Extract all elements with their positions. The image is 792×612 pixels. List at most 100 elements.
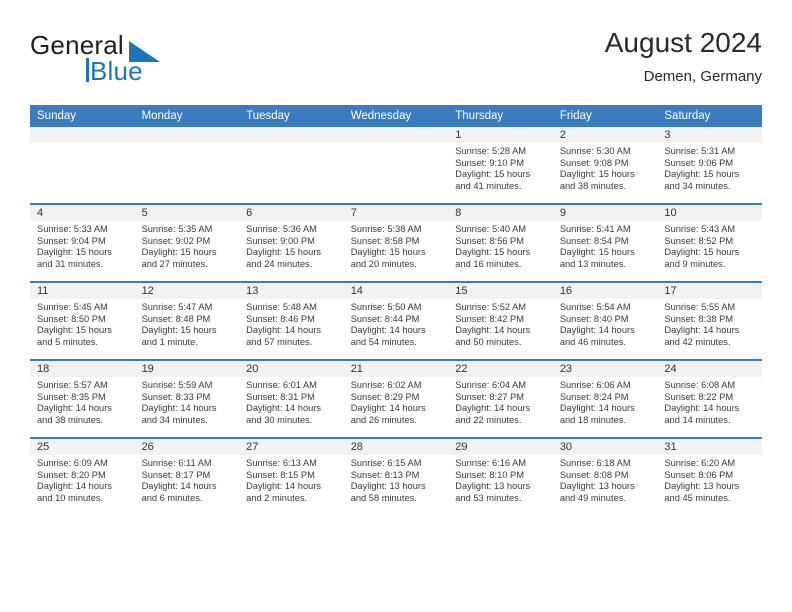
day-detail-lines: Sunrise: 6:20 AM Sunset: 8:06 PM Daylight:… xyxy=(657,455,762,504)
daylight-text: Daylight: 15 hours xyxy=(559,247,635,258)
sunset-text: Sunset: 8:54 PM xyxy=(559,235,629,246)
sunset-text: Sunset: 8:48 PM xyxy=(141,313,211,324)
calendar-day-cell[interactable]: 6 Sunrise: 5:36 AM Sunset: 9:00 PM Daylight… xyxy=(239,203,344,282)
calendar-day-cell[interactable]: 17 Sunrise: 5:55 AM Sunset: 8:38 PM Dayligh… xyxy=(657,281,762,360)
weekday-header-sunday: Sunday xyxy=(30,105,135,127)
calendar-day-cell[interactable]: 2 Sunrise: 5:30 AM Sunset: 9:08 PM Daylight… xyxy=(552,127,658,204)
sunrise-text: Sunrise: 6:20 AM xyxy=(664,458,736,468)
day-cell-inner: 19 Sunrise: 5:59 AM Sunset: 8:33 PM Dayligh… xyxy=(134,361,240,437)
day-number: 21 xyxy=(343,361,449,377)
calendar-day-cell[interactable]: 11 Sunrise: 5:45 AM Sunset: 8:50 PM Dayligh… xyxy=(30,281,135,360)
calendar-day-cell[interactable]: 7 Sunrise: 5:38 AM Sunset: 8:58 PM Daylight… xyxy=(343,203,449,282)
brand-word-blue: Blue xyxy=(90,56,143,86)
sunrise-text: Sunrise: 5:43 AM xyxy=(664,224,736,234)
day-number: 28 xyxy=(343,439,449,455)
day-number: 2 xyxy=(552,127,658,143)
daylight-text: and 2 minutes. xyxy=(246,492,308,503)
day-number: 10 xyxy=(657,205,762,221)
calendar-day-cell[interactable]: 14 Sunrise: 5:50 AM Sunset: 8:44 PM Dayligh… xyxy=(343,281,449,360)
general-blue-logo[interactable]: General Blue xyxy=(30,30,250,92)
daylight-text: Daylight: 15 hours xyxy=(37,247,112,258)
sunset-text: Sunset: 8:31 PM xyxy=(246,391,315,402)
sunset-text: Sunset: 8:40 PM xyxy=(559,313,629,324)
sunset-text: Sunset: 8:17 PM xyxy=(141,469,211,480)
day-number xyxy=(134,127,240,143)
sunrise-text: Sunrise: 6:04 AM xyxy=(455,380,527,390)
sunset-text: Sunset: 9:00 PM xyxy=(246,235,315,246)
daylight-text: and 38 minutes. xyxy=(559,180,626,191)
calendar-day-cell[interactable]: 12 Sunrise: 5:47 AM Sunset: 8:48 PM Dayligh… xyxy=(134,281,240,360)
day-number: 19 xyxy=(134,361,240,377)
sunset-text: Sunset: 8:15 PM xyxy=(246,469,315,480)
calendar-day-cell[interactable]: 19 Sunrise: 5:59 AM Sunset: 8:33 PM Dayligh… xyxy=(134,359,240,438)
day-detail-lines: Sunrise: 5:55 AM Sunset: 8:38 PM Daylight:… xyxy=(657,299,762,348)
sunrise-text: Sunrise: 6:08 AM xyxy=(664,380,736,390)
calendar-day-cell[interactable]: 21 Sunrise: 6:02 AM Sunset: 8:29 PM Dayligh… xyxy=(343,359,449,438)
daylight-text: and 57 minutes. xyxy=(246,336,313,347)
daylight-text: Daylight: 14 hours xyxy=(37,403,112,414)
weekday-header-wednesday: Wednesday xyxy=(343,105,449,127)
calendar-day-cell[interactable]: 1 Sunrise: 5:28 AM Sunset: 9:10 PM Daylight… xyxy=(448,127,553,204)
day-cell-inner: 5 Sunrise: 5:35 AM Sunset: 9:02 PM Daylight… xyxy=(134,205,240,281)
calendar-day-cell[interactable]: 16 Sunrise: 5:54 AM Sunset: 8:40 PM Dayligh… xyxy=(552,281,658,360)
calendar-day-cell[interactable]: 18 Sunrise: 5:57 AM Sunset: 8:35 PM Dayligh… xyxy=(30,359,135,438)
day-detail-lines: Sunrise: 5:48 AM Sunset: 8:46 PM Daylight:… xyxy=(239,299,344,348)
calendar-day-cell[interactable]: 8 Sunrise: 5:40 AM Sunset: 8:56 PM Daylight… xyxy=(448,203,553,282)
sunset-text: Sunset: 8:27 PM xyxy=(455,391,524,402)
calendar-day-cell[interactable]: 24 Sunrise: 6:08 AM Sunset: 8:22 PM Dayligh… xyxy=(657,359,762,438)
calendar-day-cell[interactable]: 9 Sunrise: 5:41 AM Sunset: 8:54 PM Daylight… xyxy=(552,203,658,282)
sunrise-text: Sunrise: 5:28 AM xyxy=(455,146,527,156)
day-number: 15 xyxy=(448,283,553,299)
daylight-text: Daylight: 15 hours xyxy=(37,325,112,336)
calendar-day-cell[interactable]: 3 Sunrise: 5:31 AM Sunset: 9:06 PM Daylight… xyxy=(657,127,762,204)
calendar-day-cell[interactable]: 30 Sunrise: 6:18 AM Sunset: 8:08 PM Dayligh… xyxy=(552,437,658,515)
daylight-text: Daylight: 14 hours xyxy=(559,325,635,336)
day-detail-lines: Sunrise: 6:18 AM Sunset: 8:08 PM Daylight:… xyxy=(553,455,658,504)
day-cell-inner: 14 Sunrise: 5:50 AM Sunset: 8:44 PM Dayligh… xyxy=(343,283,449,359)
calendar-day-cell[interactable]: 27 Sunrise: 6:13 AM Sunset: 8:15 PM Dayligh… xyxy=(239,437,344,515)
daylight-text: Daylight: 14 hours xyxy=(37,481,112,492)
day-cell-inner xyxy=(343,127,449,203)
calendar-day-cell[interactable]: 5 Sunrise: 5:35 AM Sunset: 9:02 PM Daylight… xyxy=(134,203,240,282)
day-detail-lines: Sunrise: 5:52 AM Sunset: 8:42 PM Daylight:… xyxy=(448,299,553,348)
day-number: 3 xyxy=(657,127,762,143)
day-detail-lines: Sunrise: 5:40 AM Sunset: 8:56 PM Daylight:… xyxy=(448,221,553,270)
day-number: 13 xyxy=(239,283,344,299)
sunset-text: Sunset: 8:50 PM xyxy=(37,313,106,324)
calendar-day-cell[interactable]: 23 Sunrise: 6:06 AM Sunset: 8:24 PM Dayligh… xyxy=(552,359,658,438)
calendar-day-cell[interactable]: 29 Sunrise: 6:16 AM Sunset: 8:10 PM Dayligh… xyxy=(448,437,553,515)
calendar-day-cell[interactable]: 31 Sunrise: 6:20 AM Sunset: 8:06 PM Dayligh… xyxy=(657,437,762,515)
day-number: 22 xyxy=(448,361,553,377)
daylight-text: and 10 minutes. xyxy=(37,492,104,503)
sunrise-text: Sunrise: 5:57 AM xyxy=(37,380,108,390)
calendar-day-cell[interactable]: 20 Sunrise: 6:01 AM Sunset: 8:31 PM Dayligh… xyxy=(239,359,344,438)
calendar-day-cell[interactable]: 13 Sunrise: 5:48 AM Sunset: 8:46 PM Dayligh… xyxy=(239,281,344,360)
daylight-text: and 34 minutes. xyxy=(664,180,731,191)
calendar-day-cell[interactable]: 22 Sunrise: 6:04 AM Sunset: 8:27 PM Dayligh… xyxy=(448,359,553,438)
day-cell-inner: 31 Sunrise: 6:20 AM Sunset: 8:06 PM Dayligh… xyxy=(657,439,762,515)
day-cell-inner: 10 Sunrise: 5:43 AM Sunset: 8:52 PM Dayligh… xyxy=(657,205,762,281)
daylight-text: and 20 minutes. xyxy=(350,258,417,269)
calendar-day-cell[interactable]: 4 Sunrise: 5:33 AM Sunset: 9:04 PM Daylight… xyxy=(30,203,135,282)
sunset-text: Sunset: 8:46 PM xyxy=(246,313,315,324)
sunrise-text: Sunrise: 6:02 AM xyxy=(350,380,422,390)
daylight-text: Daylight: 13 hours xyxy=(664,481,740,492)
calendar-day-cell[interactable]: 10 Sunrise: 5:43 AM Sunset: 8:52 PM Dayligh… xyxy=(657,203,762,282)
calendar-week-row: 11 Sunrise: 5:45 AM Sunset: 8:50 PM Dayligh… xyxy=(30,281,762,360)
calendar-day-cell[interactable]: 28 Sunrise: 6:15 AM Sunset: 8:13 PM Dayligh… xyxy=(343,437,449,515)
weekday-header-tuesday: Tuesday xyxy=(239,105,344,127)
sunset-text: Sunset: 8:38 PM xyxy=(664,313,734,324)
daylight-text: and 16 minutes. xyxy=(455,258,522,269)
day-cell-inner xyxy=(134,127,240,203)
daylight-text: and 13 minutes. xyxy=(559,258,626,269)
calendar-day-cell[interactable]: 25 Sunrise: 6:09 AM Sunset: 8:20 PM Dayligh… xyxy=(30,437,135,515)
sunset-text: Sunset: 8:10 PM xyxy=(455,469,524,480)
calendar-day-cell[interactable]: 26 Sunrise: 6:11 AM Sunset: 8:17 PM Dayligh… xyxy=(134,437,240,515)
sunrise-text: Sunrise: 6:16 AM xyxy=(455,458,527,468)
sunrise-text: Sunrise: 6:11 AM xyxy=(141,458,212,468)
calendar-day-cell[interactable]: 15 Sunrise: 5:52 AM Sunset: 8:42 PM Dayligh… xyxy=(448,281,553,360)
sunset-text: Sunset: 8:22 PM xyxy=(664,391,734,402)
daylight-text: Daylight: 15 hours xyxy=(664,247,740,258)
brand-accent-bar xyxy=(86,58,89,82)
day-number: 1 xyxy=(448,127,553,143)
